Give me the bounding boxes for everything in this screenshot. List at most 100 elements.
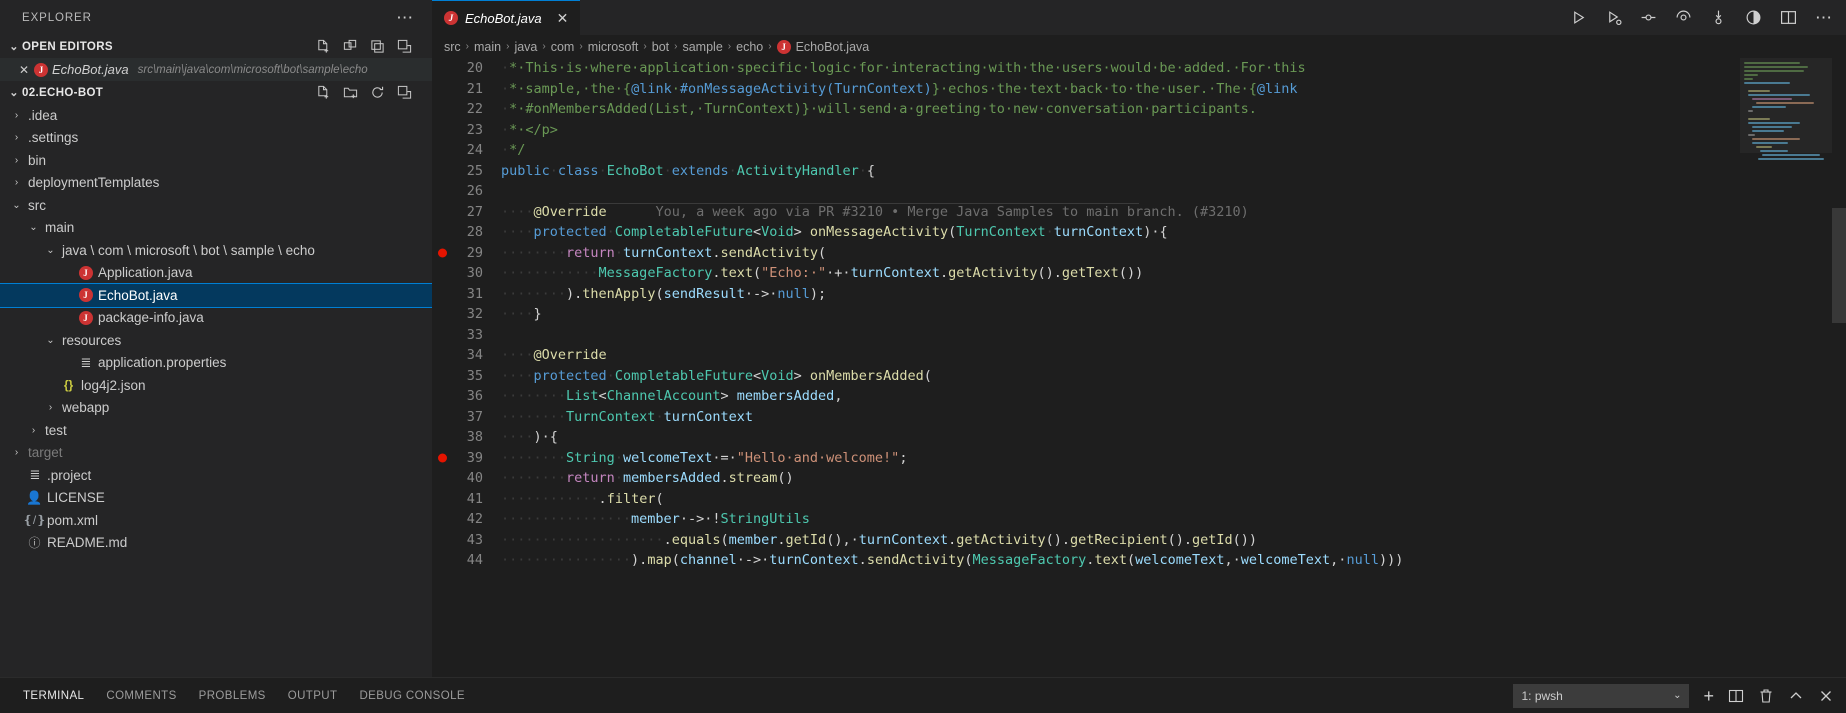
run-icon[interactable] (1570, 9, 1587, 26)
code-line[interactable]: 26 (432, 181, 1846, 202)
code-line[interactable]: 40········return·membersAdded.stream() (432, 468, 1846, 489)
code-line[interactable]: 33 (432, 325, 1846, 346)
debug-step-back-icon[interactable] (1640, 9, 1657, 26)
tree-item-readme-md[interactable]: ⓘREADME.md (0, 532, 432, 555)
breadcrumb-item-main[interactable]: main (474, 40, 501, 54)
breadcrumb-item-microsoft[interactable]: microsoft (588, 40, 639, 54)
new-folder-icon[interactable] (343, 85, 358, 100)
code-line[interactable]: 28····protected·CompletableFuture<Void> … (432, 222, 1846, 243)
code-line[interactable]: 23·*·</p> (432, 120, 1846, 141)
tree-item-bin[interactable]: ›bin (0, 149, 432, 172)
code-line[interactable]: 41············.filter( (432, 489, 1846, 510)
line-number-gutter[interactable]: 43 (432, 532, 500, 548)
breadcrumb-item-sample[interactable]: sample (682, 40, 722, 54)
new-file-icon[interactable] (316, 85, 331, 100)
breadcrumb-item-src[interactable]: src (444, 40, 461, 54)
save-all-icon[interactable] (370, 39, 385, 54)
panel-tab-terminal[interactable]: TERMINAL (12, 678, 95, 713)
tree-item-echobot-java[interactable]: EchoBot.java (0, 284, 432, 307)
tree-item-project[interactable]: ≣.project (0, 464, 432, 487)
tree-item-pom-xml[interactable]: ❴/❵pom.xml (0, 509, 432, 532)
tab-echobot-java[interactable]: EchoBot.java ✕ (432, 0, 580, 35)
refresh-icon[interactable] (370, 85, 385, 100)
tree-item-deploymenttemplates[interactable]: ›deploymentTemplates (0, 172, 432, 195)
line-number-gutter[interactable]: 27 (432, 204, 500, 220)
code-line[interactable]: 35····protected·CompletableFuture<Void> … (432, 366, 1846, 387)
line-number-gutter[interactable]: 25 (432, 163, 500, 179)
code-line[interactable]: 31········).thenApply(sendResult·->·null… (432, 284, 1846, 305)
tree-item-target[interactable]: ›target (0, 442, 432, 465)
code-line[interactable]: 29········return·turnContext.sendActivit… (432, 243, 1846, 264)
line-number-gutter[interactable]: 39 (432, 450, 500, 466)
split-terminal-icon[interactable] (1728, 688, 1744, 704)
line-number-gutter[interactable]: 26 (432, 183, 500, 199)
debug-step-into-icon[interactable] (1710, 9, 1727, 26)
debug-step-over-icon[interactable] (1675, 9, 1692, 26)
breadcrumb-item-com[interactable]: com (551, 40, 575, 54)
tree-item-src[interactable]: ⌄src (0, 194, 432, 217)
code-line[interactable]: 25public·class·EchoBot·extends·ActivityH… (432, 161, 1846, 182)
collapse-all-icon[interactable] (397, 39, 412, 54)
line-number-gutter[interactable]: 30 (432, 265, 500, 281)
breadcrumb-item-bot[interactable]: bot (652, 40, 669, 54)
code-line[interactable]: 20·*·This·is·where·application·specific·… (432, 58, 1846, 79)
code-line[interactable]: 24·*/ (432, 140, 1846, 161)
line-number-gutter[interactable]: 35 (432, 368, 500, 384)
tree-item-idea[interactable]: ›.idea (0, 104, 432, 127)
git-blame-annotation[interactable]: You, a week ago via PR #3210 • Merge Jav… (607, 204, 1249, 220)
tree-item-resources[interactable]: ⌄resources (0, 329, 432, 352)
line-number-gutter[interactable]: 32 (432, 306, 500, 322)
breadcrumb-item-echo[interactable]: echo (736, 40, 763, 54)
code-line[interactable]: 38····)·{ (432, 427, 1846, 448)
breadcrumb-item-java[interactable]: java (514, 40, 537, 54)
kill-terminal-icon[interactable] (1758, 688, 1774, 704)
line-number-gutter[interactable]: 23 (432, 122, 500, 138)
new-terminal-icon[interactable]: + (1703, 689, 1714, 703)
line-number-gutter[interactable]: 34 (432, 347, 500, 363)
tree-item-application-java[interactable]: Application.java (0, 262, 432, 285)
line-number-gutter[interactable]: 41 (432, 491, 500, 507)
line-number-gutter[interactable]: 20 (432, 60, 500, 76)
split-editor-right-icon[interactable] (1780, 9, 1797, 26)
code-line[interactable]: 27····@Override You, a week ago via PR #… (432, 202, 1846, 223)
code-line[interactable]: 42················member·->·!StringUtils (432, 509, 1846, 530)
tree-item-settings[interactable]: ›.settings (0, 127, 432, 150)
run-and-debug-icon[interactable] (1605, 9, 1622, 26)
line-number-gutter[interactable]: 38 (432, 429, 500, 445)
tree-item-log4j2-json[interactable]: {}log4j2.json (0, 374, 432, 397)
breakpoint-icon[interactable] (438, 248, 447, 257)
line-number-gutter[interactable]: 37 (432, 409, 500, 425)
code-line[interactable]: 32····} (432, 304, 1846, 325)
close-icon[interactable]: ✕ (557, 10, 569, 27)
tree-item-package-info-java[interactable]: package-info.java (0, 307, 432, 330)
collapse-all-icon[interactable] (397, 85, 412, 100)
code-line[interactable]: 43····················.equals(member.get… (432, 530, 1846, 551)
open-editor-item-echobot[interactable]: ✕ EchoBot.java src\main\java\com\microso… (0, 58, 432, 81)
panel-tab-comments[interactable]: COMMENTS (95, 678, 187, 713)
tree-item-license[interactable]: 👤LICENSE (0, 487, 432, 510)
tree-item-application-properties[interactable]: ≣application.properties (0, 352, 432, 375)
panel-tab-problems[interactable]: PROBLEMS (188, 678, 277, 713)
maximize-panel-icon[interactable] (1788, 688, 1804, 704)
line-number-gutter[interactable]: 42 (432, 511, 500, 527)
line-number-gutter[interactable]: 21 (432, 81, 500, 97)
tree-item-webapp[interactable]: ›webapp (0, 397, 432, 420)
tree-item-test[interactable]: ›test (0, 419, 432, 442)
code-lines[interactable]: 20·*·This·is·where·application·specific·… (432, 58, 1846, 677)
explorer-more-actions-icon[interactable]: ⋯ (388, 13, 422, 23)
line-number-gutter[interactable]: 31 (432, 286, 500, 302)
panel-tab-output[interactable]: OUTPUT (277, 678, 349, 713)
code-line[interactable]: 39········String·welcomeText·=·"Hello·an… (432, 448, 1846, 469)
code-line[interactable]: 21·*·sample,·the·{@link·#onMessageActivi… (432, 79, 1846, 100)
coverage-icon[interactable] (1745, 9, 1762, 26)
line-number-gutter[interactable]: 40 (432, 470, 500, 486)
line-number-gutter[interactable]: 24 (432, 142, 500, 158)
code-line[interactable]: 44················).map(channel·->·turnC… (432, 550, 1846, 571)
line-number-gutter[interactable]: 29 (432, 245, 500, 261)
code-line[interactable]: 22·*·#onMembersAdded(List,·TurnContext)}… (432, 99, 1846, 120)
close-icon[interactable]: ✕ (14, 63, 34, 77)
terminal-selector[interactable]: 1: pwsh ⌄ (1513, 684, 1689, 708)
open-editors-section-header[interactable]: ⌄ OPEN EDITORS (0, 35, 432, 58)
code-line[interactable]: 37········TurnContext·turnContext (432, 407, 1846, 428)
code-line[interactable]: 30············MessageFactory.text("Echo:… (432, 263, 1846, 284)
